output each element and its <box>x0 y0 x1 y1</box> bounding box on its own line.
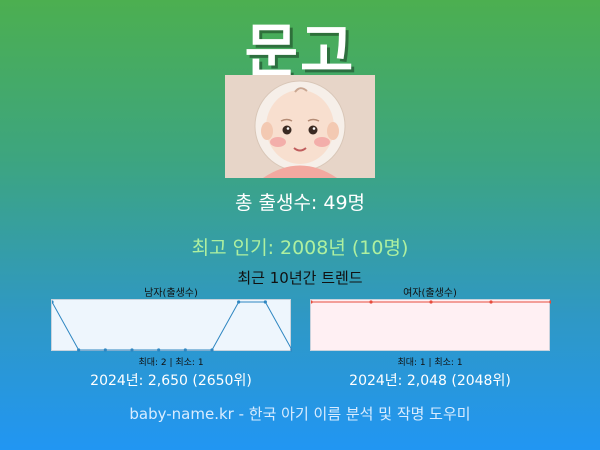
baby-face-illustration <box>254 80 346 178</box>
male-point-2019 <box>157 348 161 352</box>
peak-popularity-text: 최고 인기: 2008년 (10명) <box>191 237 409 259</box>
male-point-2016 <box>77 348 81 352</box>
female-chart-label: 여자(출생수) <box>403 288 457 299</box>
site-footer-text[interactable]: baby-name.kr - 한국 아기 이름 분석 및 작명 도우미 <box>0 403 600 424</box>
female-point-2024 <box>549 300 551 304</box>
female-point-2023 <box>489 300 493 304</box>
male-series-line <box>52 301 292 351</box>
female-minmax-text: 최대: 1 | 최소: 1 <box>397 358 463 368</box>
male-2024-stat: 2024년: 2,650 (2650위) <box>90 373 252 389</box>
female-point-2022 <box>429 300 433 304</box>
male-point-2024 <box>290 348 292 352</box>
male-point-2018 <box>130 348 134 352</box>
male-chart-label: 남자(출생수) <box>144 288 198 299</box>
female-point-2020 <box>311 300 313 304</box>
male-trend-svg <box>52 300 292 352</box>
female-2024-stat: 2024년: 2,048 (2048위) <box>349 373 511 389</box>
female-trend-svg <box>311 300 551 304</box>
male-point-2023 <box>263 300 267 304</box>
male-point-2015 <box>52 300 54 304</box>
male-point-2017 <box>103 348 107 352</box>
female-point-2021 <box>369 300 373 304</box>
male-point-2020 <box>183 348 187 352</box>
male-point-2021 <box>210 348 214 352</box>
male-minmax-text: 최대: 2 | 최소: 1 <box>138 358 204 368</box>
male-point-2022 <box>237 300 241 304</box>
female-trend-chart <box>310 299 551 351</box>
baby-avatar-image <box>225 75 375 178</box>
male-trend-chart <box>51 299 292 352</box>
total-births-text: 총 출생수: 49명 <box>234 192 366 214</box>
